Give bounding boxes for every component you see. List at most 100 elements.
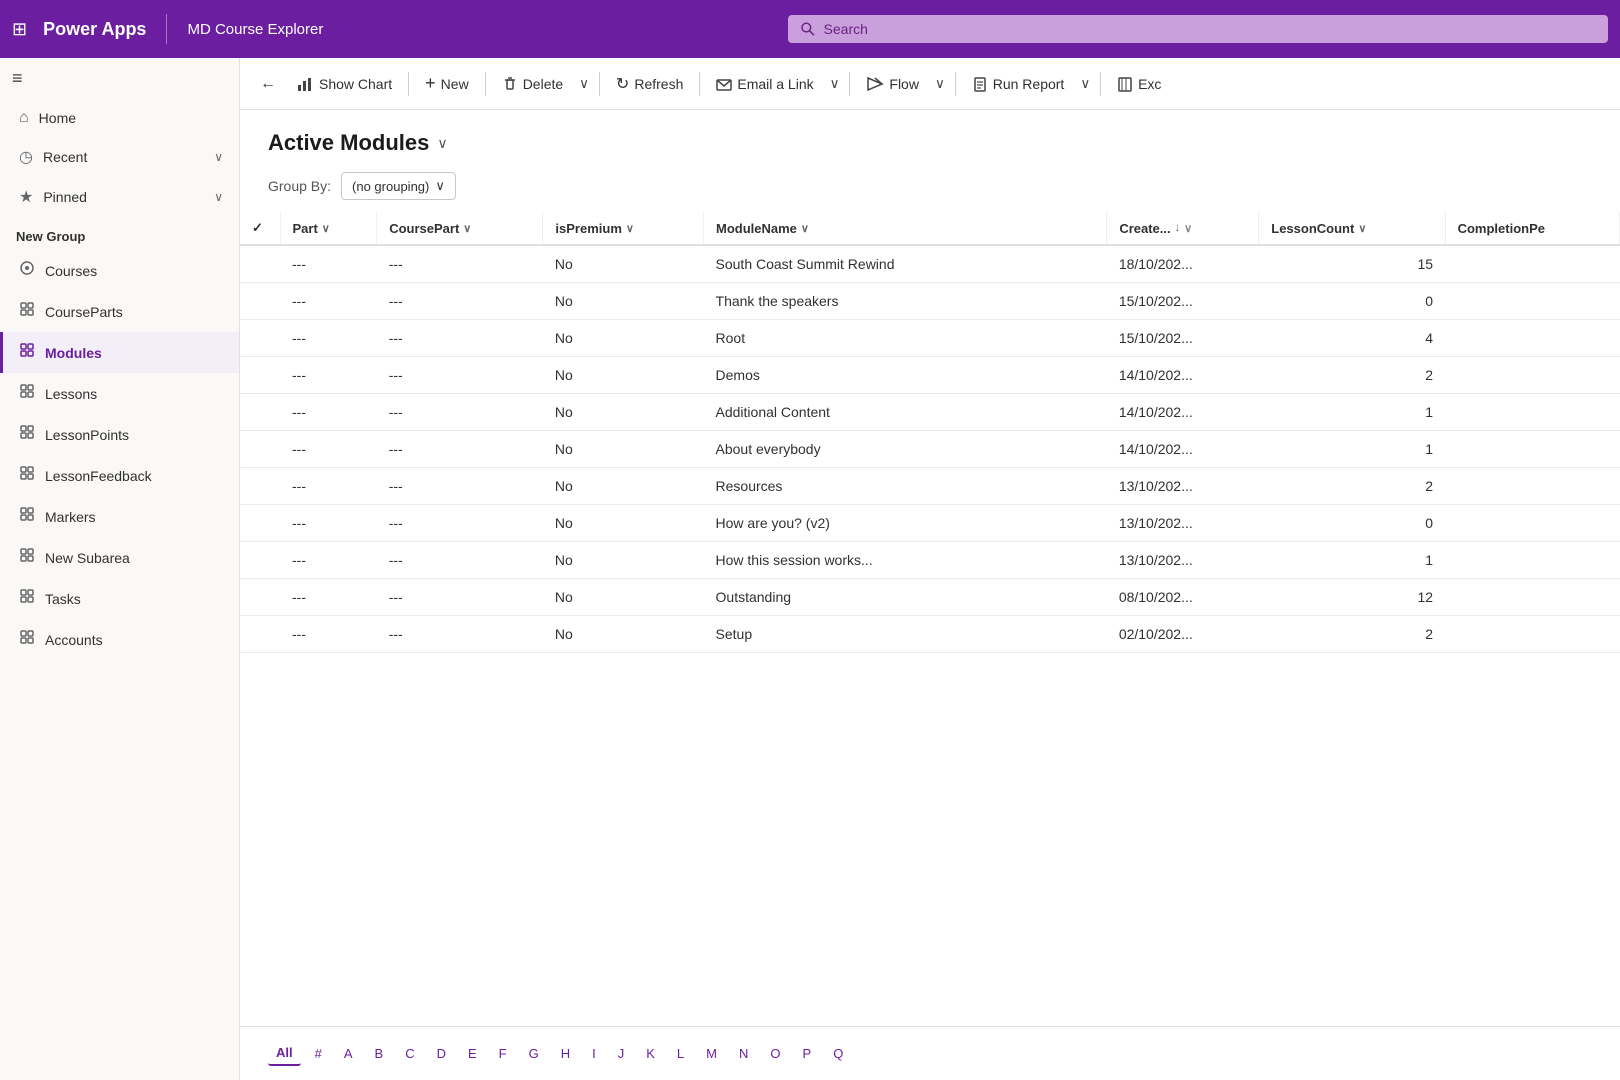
sidebar-item-label: Tasks (45, 591, 81, 607)
table-row[interactable]: --- --- No Resources 13/10/202... 2 (240, 468, 1620, 505)
pagination-item[interactable]: M (698, 1042, 725, 1065)
row-check[interactable] (240, 394, 280, 431)
row-modulename[interactable]: How this session works... (704, 542, 1107, 579)
sidebar-item-accounts[interactable]: Accounts (0, 619, 239, 660)
row-modulename[interactable]: Setup (704, 616, 1107, 653)
col-modulename[interactable]: ModuleName ∨ (704, 212, 1107, 245)
row-coursepart: --- (377, 505, 543, 542)
col-completionpe[interactable]: CompletionPe (1445, 212, 1619, 245)
back-button[interactable]: ← (252, 69, 284, 99)
email-link-button[interactable]: Email a Link (706, 70, 823, 98)
new-button[interactable]: + New (415, 67, 479, 100)
sidebar: ≡ ⌂ Home ◷ Recent ∨ ★ Pinned ∨ New Group… (0, 58, 240, 1080)
row-modulename[interactable]: Root (704, 320, 1107, 357)
col-ispremium[interactable]: isPremium ∨ (543, 212, 704, 245)
sidebar-item-pinned[interactable]: ★ Pinned ∨ (0, 177, 239, 217)
table-row[interactable]: --- --- No Thank the speakers 15/10/202.… (240, 283, 1620, 320)
flow-chevron[interactable]: ∨ (931, 70, 949, 98)
row-check[interactable] (240, 505, 280, 542)
row-modulename[interactable]: Resources (704, 468, 1107, 505)
row-modulename[interactable]: Additional Content (704, 394, 1107, 431)
row-check[interactable] (240, 579, 280, 616)
sidebar-item-tasks[interactable]: Tasks (0, 578, 239, 619)
sidebar-item-markers[interactable]: Markers (0, 496, 239, 537)
pagination-item[interactable]: F (491, 1042, 515, 1065)
sidebar-item-lessonpoints[interactable]: LessonPoints (0, 414, 239, 455)
col-created[interactable]: Create... ↓ ∨ (1107, 212, 1259, 245)
pagination-item[interactable]: Q (825, 1042, 851, 1065)
pagination-item[interactable]: All (268, 1041, 301, 1066)
created-filter-icon[interactable]: ∨ (1184, 222, 1192, 235)
flow-icon (866, 75, 884, 93)
refresh-button[interactable]: ↻ Refresh (606, 68, 693, 100)
sidebar-item-lessons[interactable]: Lessons (0, 373, 239, 414)
show-chart-button[interactable]: Show Chart (286, 69, 402, 99)
pagination-item[interactable]: D (429, 1042, 454, 1065)
sidebar-toggle[interactable]: ≡ (0, 58, 239, 99)
pagination-item[interactable]: N (731, 1042, 756, 1065)
col-coursepart[interactable]: CoursePart ∨ (377, 212, 543, 245)
pagination-item[interactable]: A (336, 1042, 361, 1065)
col-lessoncount[interactable]: LessonCount ∨ (1259, 212, 1445, 245)
pagination-item[interactable]: E (460, 1042, 485, 1065)
pagination-item[interactable]: G (521, 1042, 547, 1065)
page-title-chevron-icon[interactable]: ∨ (437, 135, 447, 152)
row-modulename[interactable]: Demos (704, 357, 1107, 394)
row-check[interactable] (240, 468, 280, 505)
pagination-item[interactable]: L (669, 1042, 692, 1065)
excel-button[interactable]: Exc (1107, 70, 1171, 98)
pagination-item[interactable]: O (762, 1042, 788, 1065)
table-row[interactable]: --- --- No Demos 14/10/202... 2 (240, 357, 1620, 394)
sidebar-item-courseparts[interactable]: CourseParts (0, 291, 239, 332)
search-input[interactable] (824, 21, 1596, 37)
pagination-item[interactable]: B (367, 1042, 392, 1065)
row-modulename[interactable]: South Coast Summit Rewind (704, 245, 1107, 283)
sidebar-item-recent[interactable]: ◷ Recent ∨ (0, 137, 239, 177)
group-by-select[interactable]: (no grouping) ∨ (341, 172, 456, 200)
table-row[interactable]: --- --- No South Coast Summit Rewind 18/… (240, 245, 1620, 283)
row-completionpe (1445, 505, 1619, 542)
pagination-item[interactable]: P (795, 1042, 820, 1065)
row-check[interactable] (240, 431, 280, 468)
row-check[interactable] (240, 245, 280, 283)
table-row[interactable]: --- --- No Additional Content 14/10/202.… (240, 394, 1620, 431)
col-part[interactable]: Part ∨ (280, 212, 377, 245)
pagination-item[interactable]: # (307, 1042, 330, 1065)
delete-label: Delete (523, 76, 563, 92)
sidebar-item-label: New Subarea (45, 550, 130, 566)
row-modulename[interactable]: Outstanding (704, 579, 1107, 616)
sidebar-item-lessonfeedback[interactable]: LessonFeedback (0, 455, 239, 496)
table-row[interactable]: --- --- No Root 15/10/202... 4 (240, 320, 1620, 357)
row-coursepart: --- (377, 357, 543, 394)
row-check[interactable] (240, 283, 280, 320)
run-report-chevron[interactable]: ∨ (1076, 70, 1094, 98)
row-modulename[interactable]: How are you? (v2) (704, 505, 1107, 542)
pagination-item[interactable]: K (638, 1042, 663, 1065)
pagination-item[interactable]: I (584, 1042, 604, 1065)
table-row[interactable]: --- --- No How are you? (v2) 13/10/202..… (240, 505, 1620, 542)
table-row[interactable]: --- --- No How this session works... 13/… (240, 542, 1620, 579)
sidebar-item-newsubarea[interactable]: New Subarea (0, 537, 239, 578)
sidebar-item-modules[interactable]: Modules (0, 332, 239, 373)
search-bar[interactable] (788, 15, 1608, 43)
table-row[interactable]: --- --- No Setup 02/10/202... 2 (240, 616, 1620, 653)
row-check[interactable] (240, 616, 280, 653)
row-check[interactable] (240, 357, 280, 394)
row-check[interactable] (240, 542, 280, 579)
sidebar-item-courses[interactable]: Courses (0, 250, 239, 291)
table-row[interactable]: --- --- No About everybody 14/10/202... … (240, 431, 1620, 468)
courseparts-icon (19, 301, 35, 322)
delete-chevron[interactable]: ∨ (575, 70, 593, 98)
delete-button[interactable]: Delete (492, 70, 573, 98)
flow-button[interactable]: Flow (856, 69, 929, 99)
row-modulename[interactable]: Thank the speakers (704, 283, 1107, 320)
row-modulename[interactable]: About everybody (704, 431, 1107, 468)
email-chevron[interactable]: ∨ (826, 70, 844, 98)
row-check[interactable] (240, 320, 280, 357)
table-row[interactable]: --- --- No Outstanding 08/10/202... 12 (240, 579, 1620, 616)
pagination-item[interactable]: J (610, 1042, 633, 1065)
pagination-item[interactable]: C (397, 1042, 422, 1065)
sidebar-item-home[interactable]: ⌂ Home (0, 99, 239, 137)
run-report-button[interactable]: Run Report (962, 70, 1075, 98)
pagination-item[interactable]: H (553, 1042, 578, 1065)
